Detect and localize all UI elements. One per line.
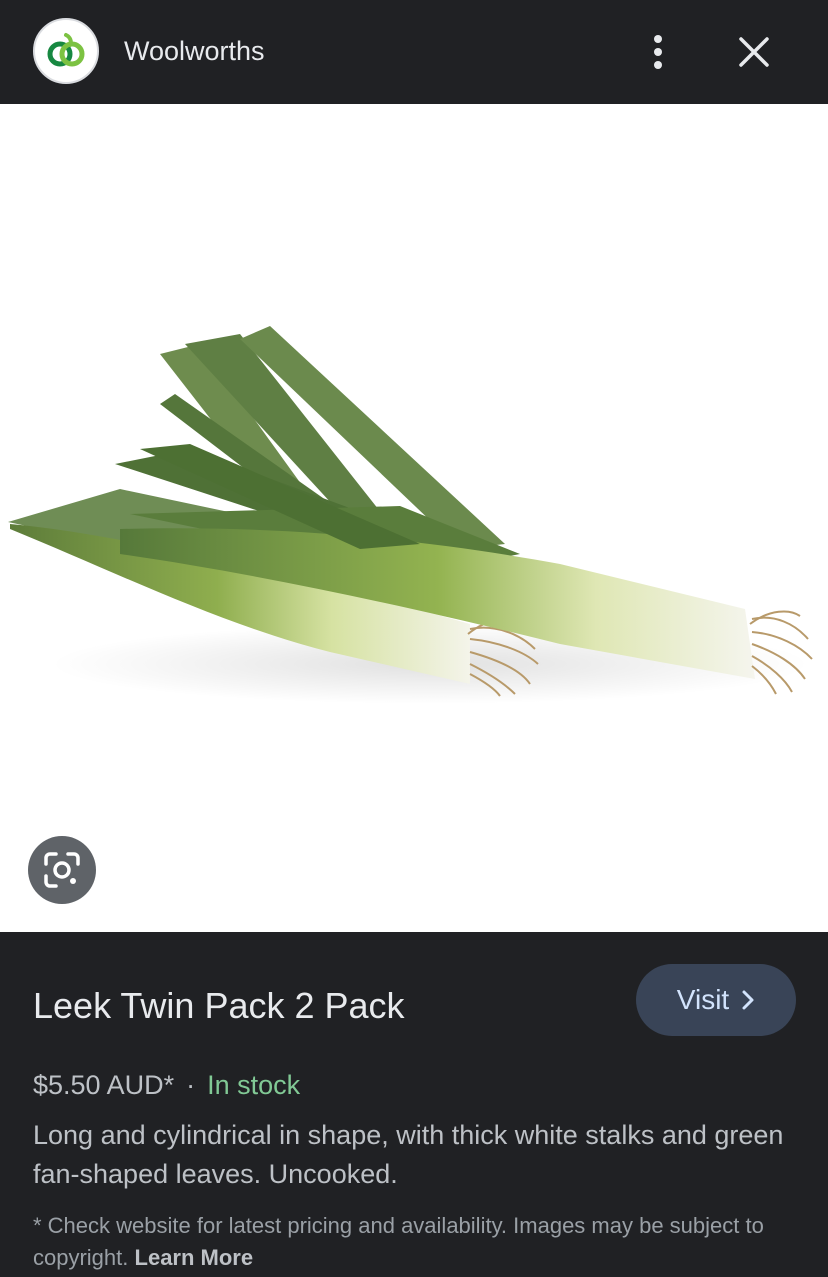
google-lens-icon xyxy=(44,852,80,888)
separator-dot: · xyxy=(186,1070,196,1100)
leek-product-image xyxy=(8,326,813,704)
stock-status: In stock xyxy=(207,1070,301,1100)
product-info-panel: Leek Twin Pack 2 Pack Visit $5.50 AUD* · I… xyxy=(0,932,828,1277)
visit-button[interactable]: Visit xyxy=(636,964,796,1036)
visit-button-label: Visit xyxy=(676,984,730,1015)
product-title[interactable]: Leek Twin Pack 2 Pack xyxy=(33,984,405,1028)
more-vert-icon xyxy=(654,35,662,69)
google-lens-button[interactable] xyxy=(28,836,96,904)
site-name[interactable]: Woolworths xyxy=(124,34,265,68)
product-image[interactable] xyxy=(0,104,828,932)
more-options-button[interactable] xyxy=(634,28,682,76)
chevron-right-icon xyxy=(742,990,754,1010)
top-bar: Woolworths xyxy=(0,0,828,104)
close-icon xyxy=(739,37,769,67)
close-button[interactable] xyxy=(728,26,780,78)
learn-more-link[interactable]: Learn More xyxy=(135,1245,254,1270)
price: $5.50 AUD* xyxy=(33,1070,175,1100)
product-description: Long and cylindrical in shape, with thic… xyxy=(33,1120,784,1189)
price-line: $5.50 AUD* · In stock xyxy=(33,1068,300,1102)
woolworths-logo-icon[interactable] xyxy=(33,18,99,84)
disclaimer: * Check website for latest pricing and a… xyxy=(33,1210,803,1274)
